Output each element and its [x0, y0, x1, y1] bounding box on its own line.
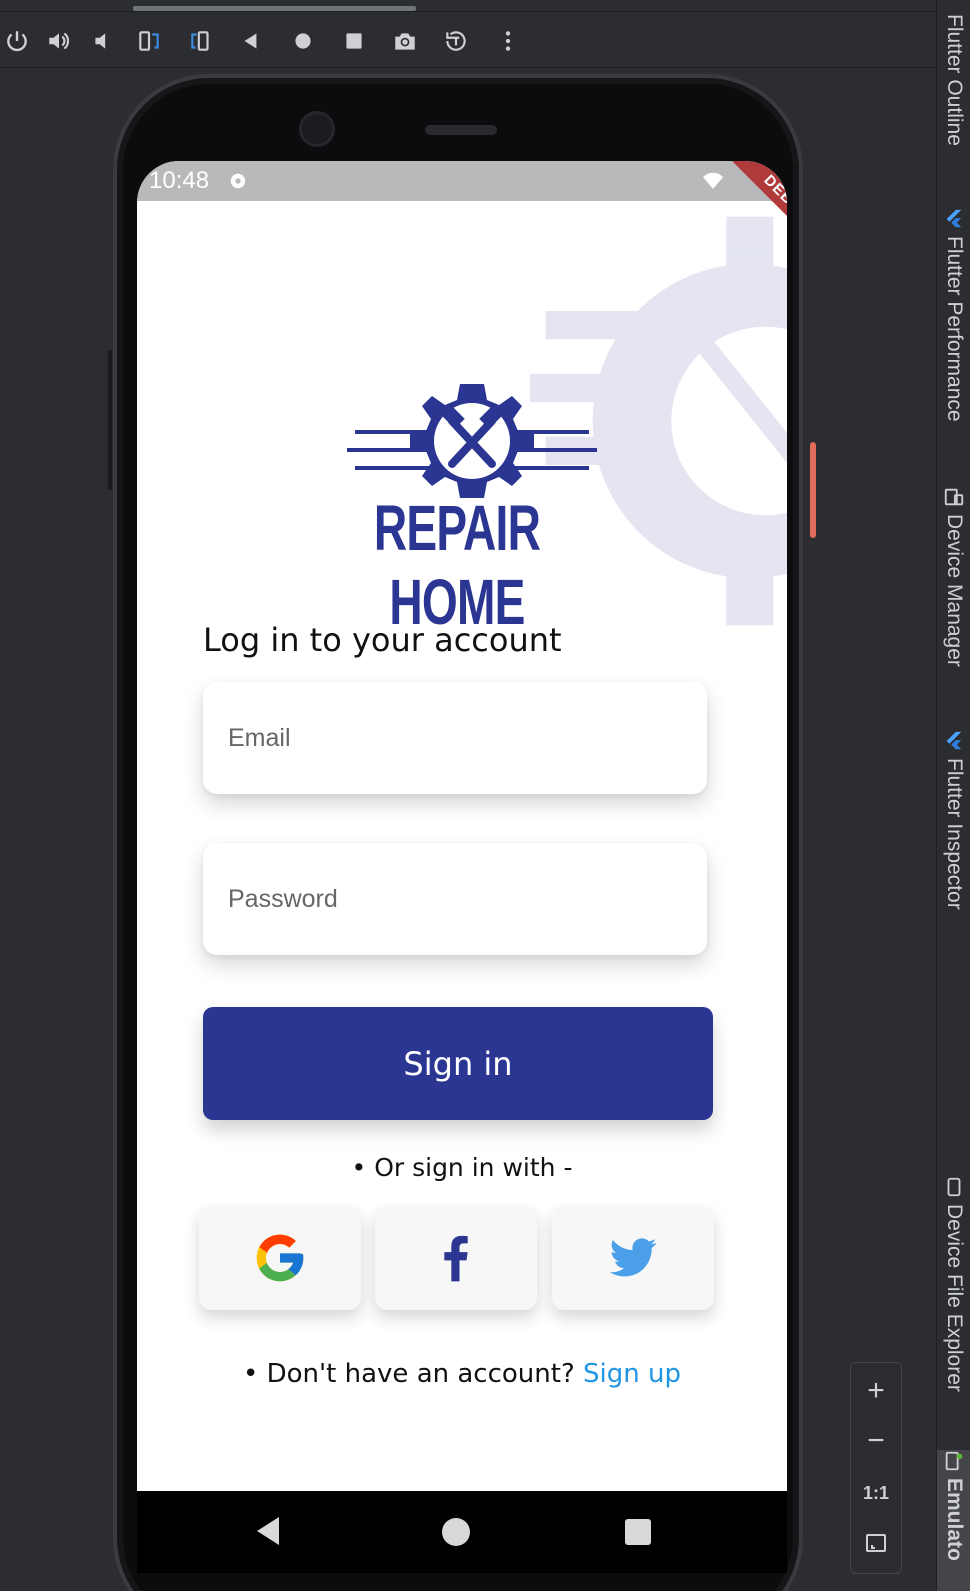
phone-power-button[interactable]: [810, 442, 816, 538]
email-input[interactable]: [203, 682, 707, 794]
right-tool-strip: Flutter Outline Flutter Performance Devi…: [936, 0, 970, 1591]
nav-home-icon[interactable]: [442, 1518, 470, 1546]
power-icon[interactable]: [0, 24, 34, 58]
back-icon[interactable]: [234, 24, 268, 58]
zoom-out-button[interactable]: −: [851, 1421, 901, 1461]
tab-strip: [0, 0, 936, 12]
status-time: 10:48: [149, 167, 210, 194]
twitter-sign-in-button[interactable]: [552, 1206, 714, 1310]
tab-label: Emulato: [943, 1478, 966, 1561]
zoom-actual-size-button[interactable]: 1:1: [851, 1473, 901, 1513]
tab-flutter-outline[interactable]: Flutter Outline: [937, 8, 970, 146]
sign-up-prompt: • Don't have an account? Sign up: [137, 1359, 787, 1389]
app-screen: 10:48 REPAIR HOME Log in to your account…: [137, 161, 787, 1491]
emulator-toolbar: [0, 0, 936, 68]
camera-icon[interactable]: [388, 24, 422, 58]
status-bar: 10:48: [137, 161, 787, 201]
sign-up-prompt-text: • Don't have an account?: [243, 1359, 584, 1389]
flutter-icon: [946, 209, 962, 228]
zoom-controls: + − 1:1: [850, 1362, 902, 1574]
snapshot-icon[interactable]: [439, 24, 473, 58]
active-tab-indicator: [133, 6, 416, 11]
google-icon: [256, 1234, 304, 1282]
tab-label: Flutter Outline: [943, 14, 966, 146]
earpiece-speaker: [425, 125, 497, 135]
facebook-icon: [444, 1235, 468, 1282]
wifi-icon: [703, 172, 723, 189]
email-field[interactable]: [203, 682, 707, 794]
tab-label: Flutter Performance: [943, 236, 966, 422]
front-camera: [299, 111, 335, 147]
rotate-left-icon[interactable]: [132, 24, 166, 58]
device-file-icon: [947, 1177, 961, 1197]
twitter-icon: [609, 1238, 657, 1277]
zoom-fit-button[interactable]: [851, 1523, 901, 1563]
tab-label: Device File Explorer: [943, 1204, 966, 1392]
tab-label: Device Manager: [943, 514, 966, 667]
password-field[interactable]: [203, 843, 707, 955]
fit-screen-icon: [866, 1534, 886, 1552]
device-manager-icon: [944, 488, 964, 506]
flutter-icon: [946, 731, 962, 750]
home-icon[interactable]: [286, 24, 320, 58]
tab-device-manager[interactable]: Device Manager: [937, 486, 970, 667]
phone-side-button: [108, 350, 112, 490]
nav-recents-icon[interactable]: [625, 1519, 651, 1545]
tab-device-file-explorer[interactable]: Device File Explorer: [937, 1176, 970, 1392]
google-sign-in-button[interactable]: [199, 1206, 361, 1310]
emulator-icon: [945, 1451, 963, 1471]
tab-flutter-performance[interactable]: Flutter Performance: [937, 208, 970, 422]
volume-up-icon[interactable]: [42, 24, 76, 58]
overview-icon[interactable]: [337, 24, 371, 58]
facebook-sign-in-button[interactable]: [375, 1206, 537, 1310]
more-icon[interactable]: [491, 24, 525, 58]
nav-back-icon[interactable]: [257, 1517, 279, 1545]
volume-down-icon[interactable]: [86, 24, 120, 58]
zoom-in-button[interactable]: +: [851, 1371, 901, 1411]
rotate-right-icon[interactable]: [184, 24, 218, 58]
notification-icon: [230, 173, 246, 189]
sign-in-button[interactable]: Sign in: [203, 1007, 713, 1120]
brand-name: REPAIR HOME: [373, 492, 541, 638]
sign-up-link[interactable]: Sign up: [583, 1359, 681, 1389]
android-nav-bar: [137, 1491, 787, 1573]
tab-emulator[interactable]: Emulato: [937, 1450, 970, 1591]
or-sign-in-with-text: • Or sign in with -: [351, 1153, 573, 1182]
tab-flutter-inspector[interactable]: Flutter Inspector: [937, 730, 970, 910]
password-input[interactable]: [203, 843, 707, 955]
login-heading: Log in to your account: [203, 621, 562, 659]
tab-label: Flutter Inspector: [943, 758, 966, 910]
